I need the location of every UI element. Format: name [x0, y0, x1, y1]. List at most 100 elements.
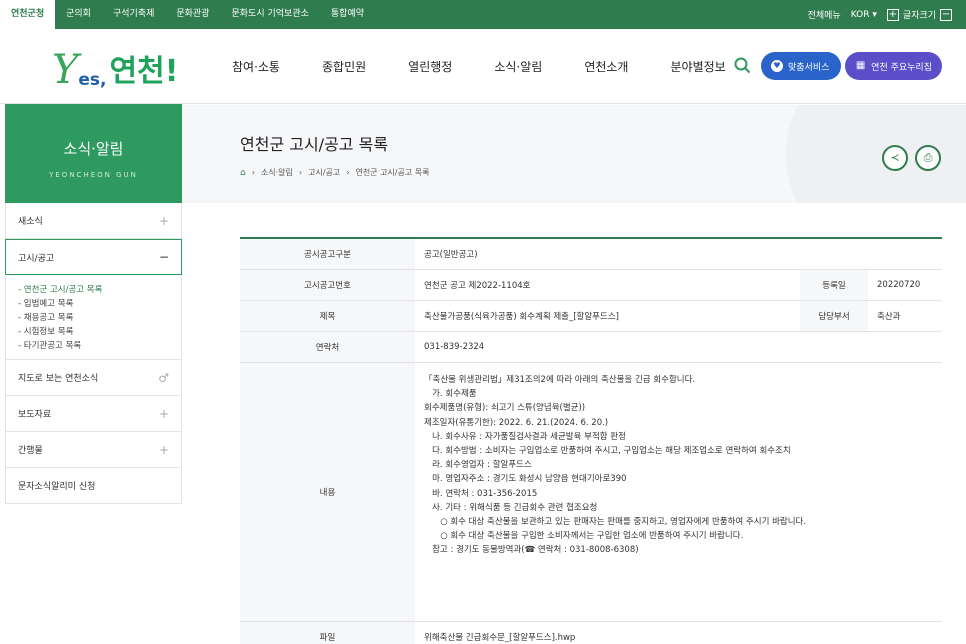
header: Y es, 연천! 참여·소통 종합민원 열린행정 소식·알림 연천소개 분야별…: [0, 29, 966, 104]
row-label: 공시공고구분: [240, 239, 415, 269]
sidebar-subtitle: YEONCHEON GUN: [49, 171, 138, 179]
content-line: 회수제품명(유형): 쇠고기 스튜(양념육(별균)): [424, 403, 586, 414]
main-sites-label: 연천 주요누리집: [871, 62, 932, 73]
custom-service-label: 맞춤서비스: [788, 62, 830, 73]
subitem-legislation[interactable]: 입법예고 목록: [18, 297, 181, 311]
all-menu-link[interactable]: 전체메뉴: [808, 8, 841, 21]
sidebar-submenu: 연천군 고시/공고 목록 입법예고 목록 채용공고 목록 시험정보 목록 타기관…: [5, 275, 182, 360]
row-label: 제목: [240, 301, 415, 331]
search-icon[interactable]: [733, 56, 753, 76]
subitem-recruitment[interactable]: 채용공고 목록: [18, 311, 181, 325]
sidebar-item-label: 간행물: [18, 446, 43, 456]
font-decrease-button[interactable]: −: [940, 8, 952, 21]
sidebar-item-notices[interactable]: 고시/공고 −: [5, 239, 182, 275]
sidebar-title: 소식·알림: [63, 140, 124, 158]
plus-icon: +: [158, 213, 169, 228]
site-logo[interactable]: Y es, 연천!: [52, 44, 178, 90]
breadcrumb-item[interactable]: 고시/공고: [308, 167, 340, 178]
subitem-exams[interactable]: 시험정보 목록: [18, 325, 181, 339]
row-label: 고시공고번호: [240, 270, 415, 300]
logo-name: 연천!: [109, 54, 179, 89]
breadcrumb-separator: ›: [346, 168, 350, 177]
sidebar-item-label: 지도로 보는 연천소식: [18, 374, 99, 384]
sidebar-item-press[interactable]: 보도자료 +: [5, 396, 182, 432]
plus-icon: +: [158, 442, 169, 457]
heart-icon: ♥: [771, 60, 783, 72]
font-size-label: 글자크기: [902, 11, 936, 21]
table-row: 고시공고번호 연천군 공고 제2022-1104호 등록일 20220720: [240, 270, 942, 301]
row-value: 축산물가공품(식육가공품) 회수계획 제출_[할알푸드스]: [424, 312, 619, 322]
content-line: ○ 회수 대상 축산물을 보관하고 있는 판매자는 판매를 중지하고, 영업자에…: [424, 517, 807, 528]
share-icon[interactable]: ≺: [882, 145, 908, 171]
row-value: 공고(일반공고): [424, 250, 478, 260]
site-tab-archive[interactable]: 문화도시 기억보관소: [221, 0, 320, 29]
main-sites-button[interactable]: ▦ 연천 주요누리집: [845, 52, 942, 80]
sidebar-item-label: 문자소식알리미 신청: [18, 482, 96, 492]
sidebar-item-map-news[interactable]: 지도로 보는 연천소식 ♂: [5, 360, 182, 396]
table-row: 공시공고구분 공고(일반공고): [240, 239, 942, 270]
breadcrumb-current: 연천군 고시/공고 목록: [355, 168, 430, 177]
sidebar-item-label: 고시/공고: [18, 253, 55, 264]
print-icon[interactable]: ⎙: [915, 145, 941, 171]
sidebar-item-news[interactable]: 새소식 +: [5, 203, 182, 239]
row-label: 연락처: [240, 332, 415, 362]
content-line: 「축산물 위생관리법」제31조의2에 따라 아래의 축산물을 긴급 회수합니다.: [424, 375, 696, 385]
page-title-area: 연천군 고시/공고 목록 ⌂ › 소식·알림 › 고시/공고 › 연천군 고시/…: [182, 105, 966, 203]
nav-about[interactable]: 연천소개: [584, 58, 628, 75]
content-line: 라. 회수영업자 : 할알푸드스: [424, 460, 532, 471]
row-label: 파일: [240, 622, 415, 644]
nav-participation[interactable]: 참여·소통: [232, 58, 280, 75]
minus-icon: −: [158, 250, 169, 264]
content-line: 가. 회수제품: [424, 389, 477, 400]
site-tab-festival[interactable]: 구석기축제: [102, 0, 165, 29]
row-value: 축산과: [877, 312, 901, 322]
content-line: 마. 영업자주소 : 경기도 화성시 남양읍 현대기아로390: [424, 474, 627, 485]
sidebar-item-publications[interactable]: 간행물 +: [5, 432, 182, 468]
sidebar-item-sms[interactable]: 문자소식알리미 신청: [5, 468, 182, 504]
subitem-other-agencies[interactable]: 타기관공고 목록: [18, 339, 181, 353]
sidebar-header: 소식·알림 YEONCHEON GUN: [5, 104, 182, 203]
row-label: 담당부서: [800, 301, 868, 331]
site-tab-reservation[interactable]: 통합예약: [320, 0, 375, 29]
page-title: 연천군 고시/공고 목록: [240, 135, 389, 154]
content-line: ○ 회수 대상 축산물을 구입한 소비자께서는 구입한 업소에 반품하여 주시기…: [424, 531, 744, 542]
sidebar-menu: 새소식 + 고시/공고 − 연천군 고시/공고 목록 입법예고 목록 채용공고 …: [5, 203, 182, 504]
attachment-link[interactable]: 위해축산물 긴급회수문_[할알푸드스].hwp: [415, 622, 942, 644]
content-line: 나. 회수사유 : 자가품질검사결과 세균발육 부적합 판정: [424, 431, 626, 442]
subitem-county-notices[interactable]: 연천군 고시/공고 목록: [18, 283, 181, 297]
site-tab-tourism[interactable]: 문화관광: [165, 0, 220, 29]
nav-open-admin[interactable]: 열린행정: [408, 58, 452, 75]
nav-civil-service[interactable]: 종합민원: [322, 58, 366, 75]
site-tab-council[interactable]: 군의회: [55, 0, 102, 29]
nav-news[interactable]: 소식·알림: [494, 58, 542, 75]
content-line: 다. 회수방법 : 소비자는 구입업소로 반품하여 주시고, 구입업소는 해당 …: [424, 446, 791, 457]
content-line: 제조일자(유통기한): 2022. 6. 21.(2024. 6. 20.): [424, 417, 609, 428]
language-select[interactable]: KOR ▾: [851, 10, 877, 20]
row-value: 031-839-2324: [424, 342, 485, 352]
main-nav: 참여·소통 종합민원 열린행정 소식·알림 연천소개 분야별정보: [232, 29, 768, 104]
top-utilities: 전체메뉴 KOR ▾ + 글자크기 −: [808, 0, 952, 29]
row-value: 연천군 공고 제2022-1104호: [424, 281, 531, 291]
table-row: 파일 위해축산물 긴급회수문_[할알푸드스].hwp: [240, 622, 942, 644]
home-icon[interactable]: ⌂: [240, 168, 246, 178]
sidebar-item-label: 보도자료: [18, 410, 52, 420]
site-tab-county[interactable]: 연천군청: [0, 0, 56, 29]
custom-service-button[interactable]: ♥ 맞춤서비스: [761, 52, 841, 80]
font-increase-button[interactable]: +: [886, 8, 899, 21]
nav-fields[interactable]: 분야별정보: [670, 58, 725, 75]
row-label: 내용: [240, 363, 415, 621]
top-bar: 연천군청 군의회 구석기축제 문화관광 문화도시 기억보관소 통합예약 전체메뉴…: [0, 0, 966, 29]
breadcrumb-separator: ›: [298, 168, 303, 177]
row-value: 20220720: [877, 280, 921, 290]
language-label: KOR: [850, 9, 870, 20]
breadcrumb-item[interactable]: 소식·알림: [261, 167, 293, 178]
content-line: 바. 연락처 : 031-356-2015: [424, 488, 538, 499]
content-line: 참고 : 경기도 동물방역과(☎ 연락처 : 031-8008-6308): [424, 545, 639, 556]
breadcrumb: ⌂ › 소식·알림 › 고시/공고 › 연천군 고시/공고 목록: [240, 167, 429, 178]
logo-es: es,: [78, 70, 107, 90]
table-row: 제목 축산물가공품(식육가공품) 회수계획 제출_[할알푸드스] 담당부서 축산…: [240, 301, 942, 332]
content-line: 사. 기타 : 위해식품 등 긴급회수 관련 협조요청: [424, 502, 598, 513]
font-size-control: + 글자크기 −: [886, 8, 952, 21]
notice-content: 「축산물 위생관리법」제31조의2에 따라 아래의 축산물을 긴급 회수합니다.…: [415, 363, 942, 621]
chevron-down-icon: ▾: [872, 9, 877, 20]
